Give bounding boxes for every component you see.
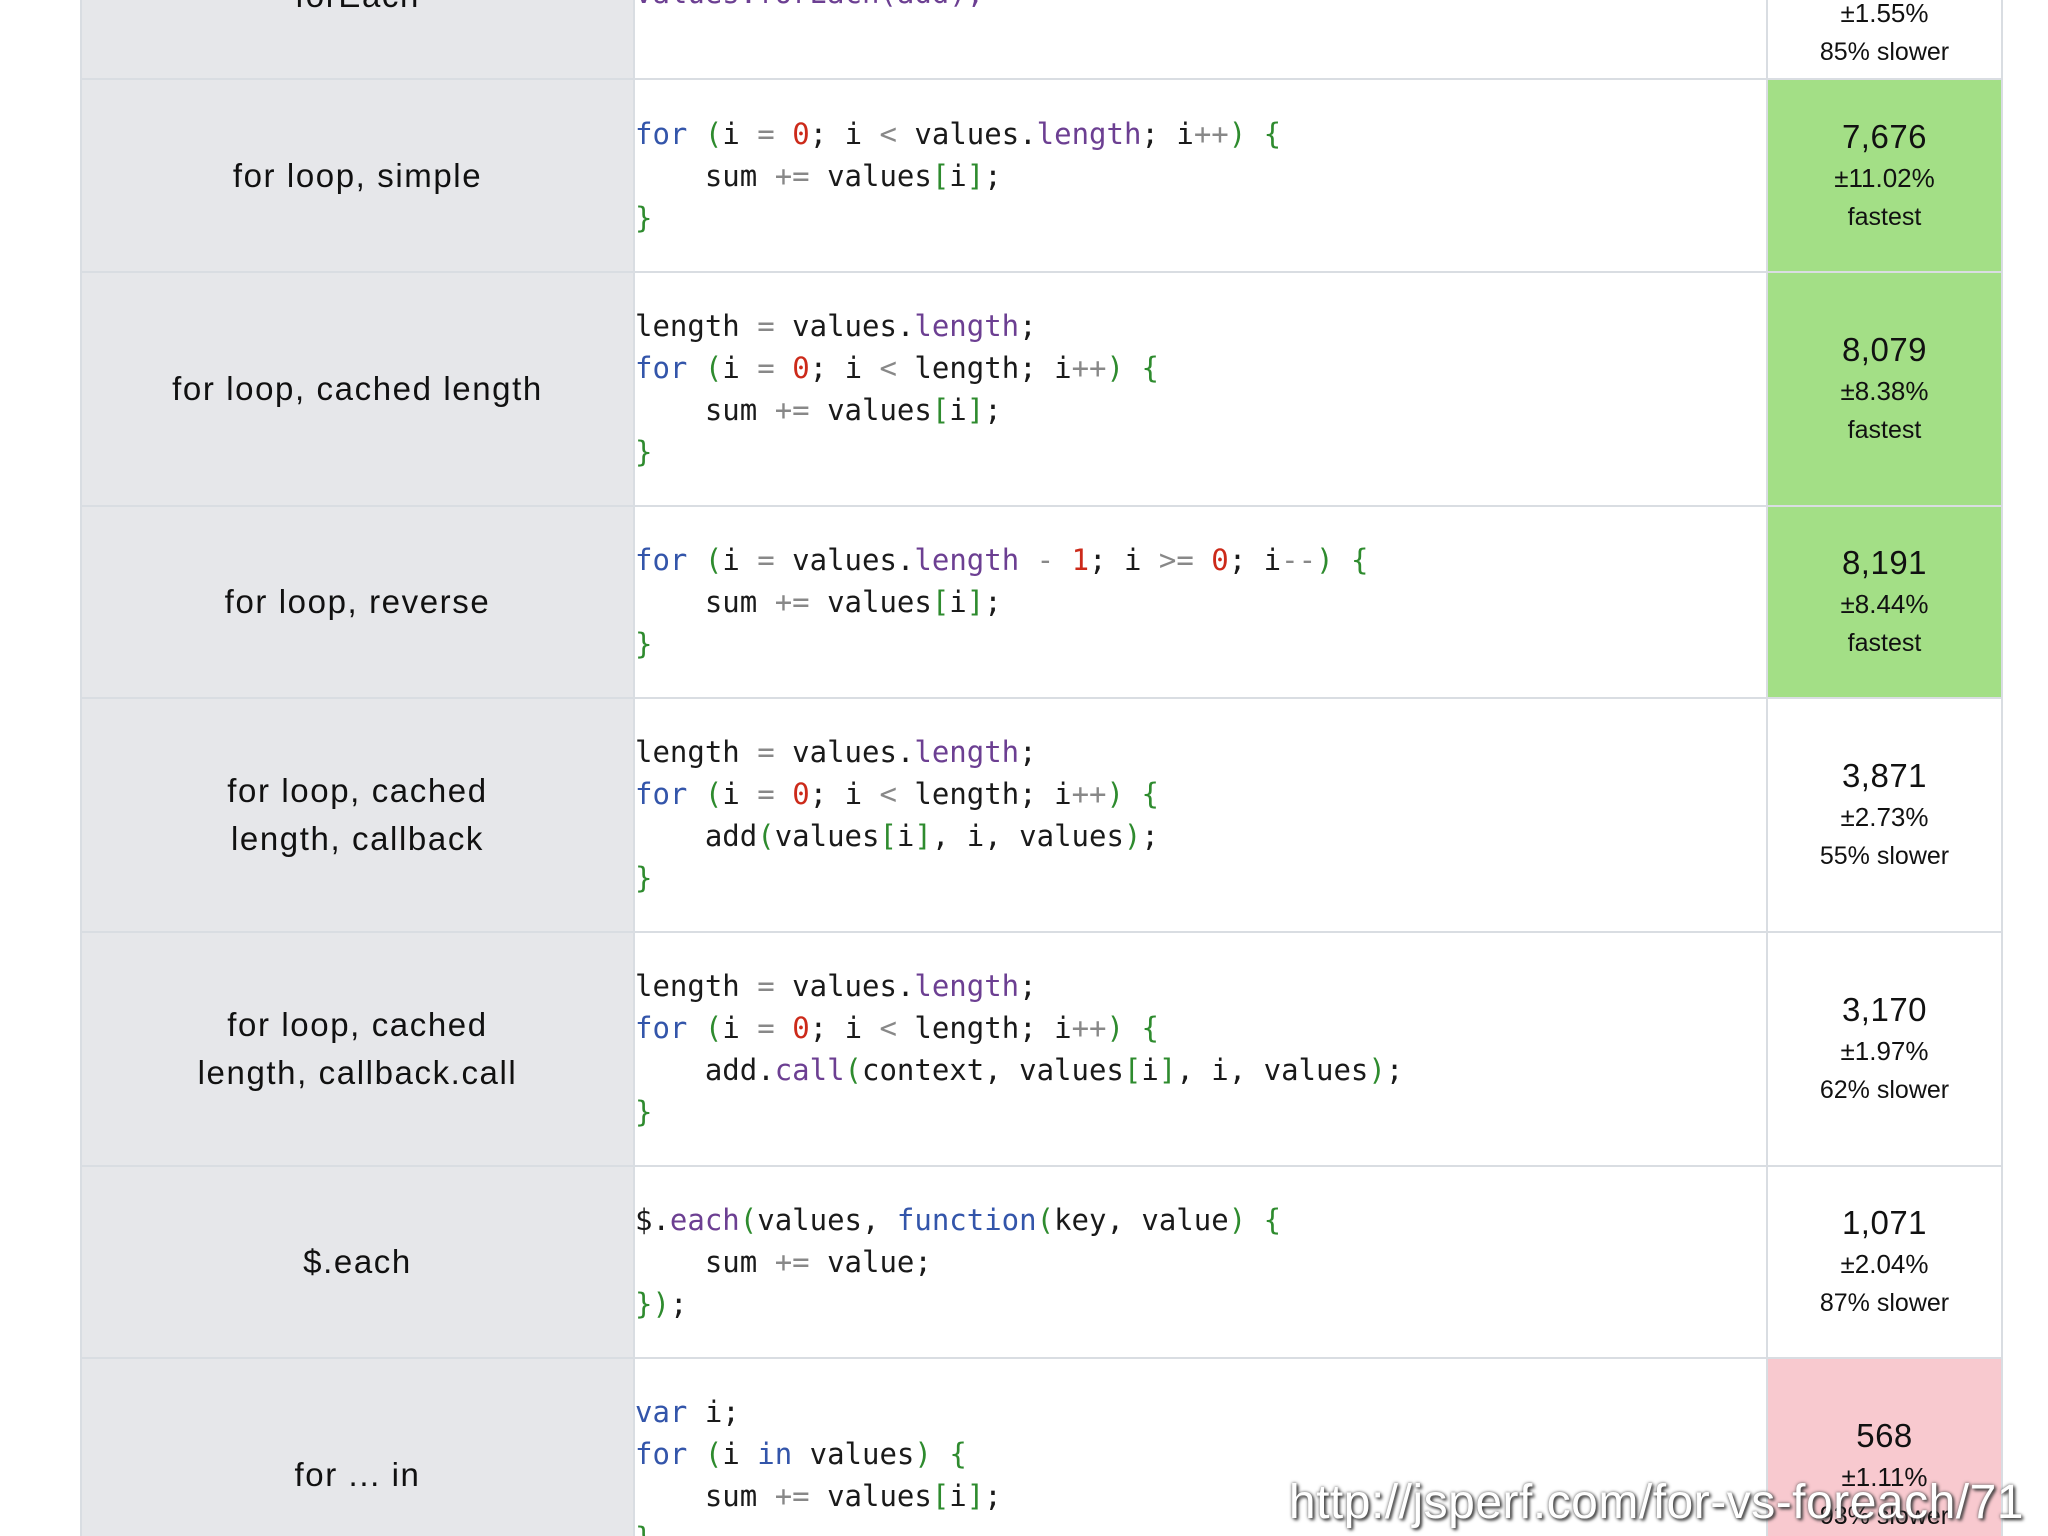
code-line: } — [635, 200, 653, 235]
benchmark-results-table: forEach values.forEach(add); ±1.55% 85% … — [80, 0, 2003, 1536]
test-code-cell: length = values.length; for (i = 0; i < … — [633, 697, 1768, 933]
test-name-cell: forEach — [80, 0, 635, 80]
test-name: for ... in — [294, 1456, 421, 1493]
code-line: } — [635, 1521, 652, 1536]
test-row-for-loop-reverse: for loop, reverse for (i = values.length… — [80, 505, 2003, 699]
code-line: for (i = values.length - 1; i >= 0; i--)… — [635, 543, 1369, 577]
test-error-margin: ±8.44% — [1840, 589, 1929, 619]
code-line: length = values.length; — [635, 735, 1037, 769]
code-line: for (i = 0; i < length; i++) { — [635, 351, 1159, 385]
test-error-margin: ±11.02% — [1834, 162, 1935, 193]
test-result-cell: 3,871 ±2.73% 55% slower — [1766, 697, 2003, 933]
code-line: } — [635, 435, 653, 469]
code-line: for (i in values) { — [635, 1437, 967, 1471]
test-relative-speed: 87% slower — [1819, 1289, 1950, 1317]
test-name-line: length, callback — [230, 820, 485, 857]
test-result-cell: 8,079 ±8.38% fastest — [1766, 271, 2003, 507]
test-result-cell: 8,191 ±8.44% fastest — [1766, 505, 2003, 699]
code-line: var i; — [635, 1395, 740, 1429]
test-error-margin: ±1.55% — [1840, 0, 1929, 28]
test-code: for (i = 0; i < values.length; i++) { su… — [635, 113, 1766, 239]
test-name: for loop, simple — [232, 156, 483, 194]
test-code-cell: values.forEach(add); — [633, 0, 1768, 80]
test-name-cell: for loop, cached length, callback.call — [80, 931, 635, 1167]
test-relative-speed: fastest — [1847, 629, 1922, 657]
test-ops-per-sec: 568 — [1856, 1417, 1913, 1454]
test-code: length = values.length; for (i = 0; i < … — [635, 965, 1766, 1133]
test-code-cell: length = values.length; for (i = 0; i < … — [633, 271, 1768, 507]
test-row-jquery-each: $.each $.each(values, function(key, valu… — [80, 1165, 2003, 1359]
test-row-for-loop-simple: for loop, simple for (i = 0; i < values.… — [80, 78, 2003, 273]
code-line: } — [635, 1095, 653, 1129]
code-line: add.call(context, values[i], i, values); — [635, 1053, 1404, 1087]
test-ops-per-sec: 8,191 — [1841, 544, 1928, 581]
test-relative-speed: fastest — [1847, 416, 1922, 444]
code-line: sum += values[i]; — [635, 585, 1002, 619]
code-line: for (i = 0; i < values.length; i++) { — [635, 116, 1282, 151]
test-result-cell: 3,170 ±1.97% 62% slower — [1766, 931, 2003, 1167]
test-name: for loop, cached length — [172, 370, 543, 407]
code-line: length = values.length; — [635, 969, 1037, 1003]
jsperf-results-screen: forEach values.forEach(add); ±1.55% 85% … — [0, 0, 2048, 1536]
code-line: for (i = 0; i < length; i++) { — [635, 1011, 1159, 1045]
source-url-caption: http://jsperf.com/for-vs-foreach/71 — [1288, 1476, 2024, 1529]
test-name: forEach — [82, 0, 633, 20]
test-name-cell: for ... in — [80, 1357, 635, 1536]
code-line: values.forEach(add); — [635, 0, 984, 10]
test-relative-speed: 62% slower — [1819, 1076, 1950, 1104]
test-error-margin: ±1.97% — [1840, 1036, 1929, 1066]
test-result-cell: ±1.55% 85% slower — [1766, 0, 2003, 80]
test-name-cell: for loop, cached length, callback — [80, 697, 635, 933]
code-line: length = values.length; — [635, 309, 1037, 343]
code-line: add(values[i], i, values); — [635, 819, 1159, 853]
test-relative-speed: 55% slower — [1819, 842, 1950, 870]
test-error-margin: ±8.38% — [1840, 376, 1929, 406]
test-name: $.each — [303, 1243, 412, 1280]
test-ops-per-sec: 3,170 — [1841, 991, 1928, 1028]
code-line: sum += values[i]; — [635, 158, 1002, 193]
code-line: }); — [635, 1287, 688, 1321]
test-error-margin: ±2.73% — [1840, 802, 1929, 832]
test-code: $.each(values, function(key, value) { su… — [635, 1199, 1766, 1325]
test-code-cell: $.each(values, function(key, value) { su… — [633, 1165, 1768, 1359]
test-name-cell: for loop, cached length — [80, 271, 635, 507]
test-result-cell: 1,071 ±2.04% 87% slower — [1766, 1165, 2003, 1359]
code-line: } — [635, 861, 653, 895]
test-name-cell: for loop, simple — [80, 78, 635, 273]
test-result-cell: 7,676 ±11.02% fastest — [1766, 78, 2003, 273]
code-line: sum += value; — [635, 1245, 932, 1279]
code-line: } — [635, 627, 653, 661]
test-error-margin: ±2.04% — [1840, 1249, 1929, 1279]
test-name-cell: $.each — [80, 1165, 635, 1359]
test-name-line: for loop, cached — [227, 772, 488, 809]
test-name-line: for loop, cached — [227, 1006, 488, 1043]
test-ops-per-sec: 1,071 — [1841, 1204, 1928, 1241]
test-code-cell: length = values.length; for (i = 0; i < … — [633, 931, 1768, 1167]
test-code: length = values.length; for (i = 0; i < … — [635, 731, 1766, 899]
test-name-cell: for loop, reverse — [80, 505, 635, 699]
test-code: length = values.length; for (i = 0; i < … — [635, 305, 1766, 473]
test-code: values.forEach(add); — [635, 0, 1766, 14]
code-line: sum += values[i]; — [635, 1479, 1002, 1513]
test-relative-speed: fastest — [1847, 202, 1922, 231]
code-line: for (i = 0; i < length; i++) { — [635, 777, 1159, 811]
code-line: sum += values[i]; — [635, 393, 1002, 427]
test-ops-per-sec: 3,871 — [1841, 757, 1928, 794]
test-row-for-loop-cached-length: for loop, cached length length = values.… — [80, 271, 2003, 507]
test-row-for-loop-callback-call: for loop, cached length, callback.call l… — [80, 931, 2003, 1167]
test-relative-speed: 85% slower — [1819, 38, 1950, 66]
test-name-line: length, callback.call — [197, 1054, 518, 1091]
test-row-for-loop-callback: for loop, cached length, callback length… — [80, 697, 2003, 933]
test-ops-per-sec: 8,079 — [1841, 331, 1928, 368]
test-code-cell: for (i = 0; i < values.length; i++) { su… — [633, 78, 1768, 273]
test-code: for (i = values.length - 1; i >= 0; i--)… — [635, 539, 1766, 665]
test-name: for loop, reverse — [224, 583, 491, 620]
test-ops-per-sec: 7,676 — [1841, 117, 1928, 155]
test-code-cell: for (i = values.length - 1; i >= 0; i--)… — [633, 505, 1768, 699]
code-line: $.each(values, function(key, value) { — [635, 1203, 1282, 1237]
test-row-foreach: forEach values.forEach(add); ±1.55% 85% … — [80, 0, 2003, 80]
